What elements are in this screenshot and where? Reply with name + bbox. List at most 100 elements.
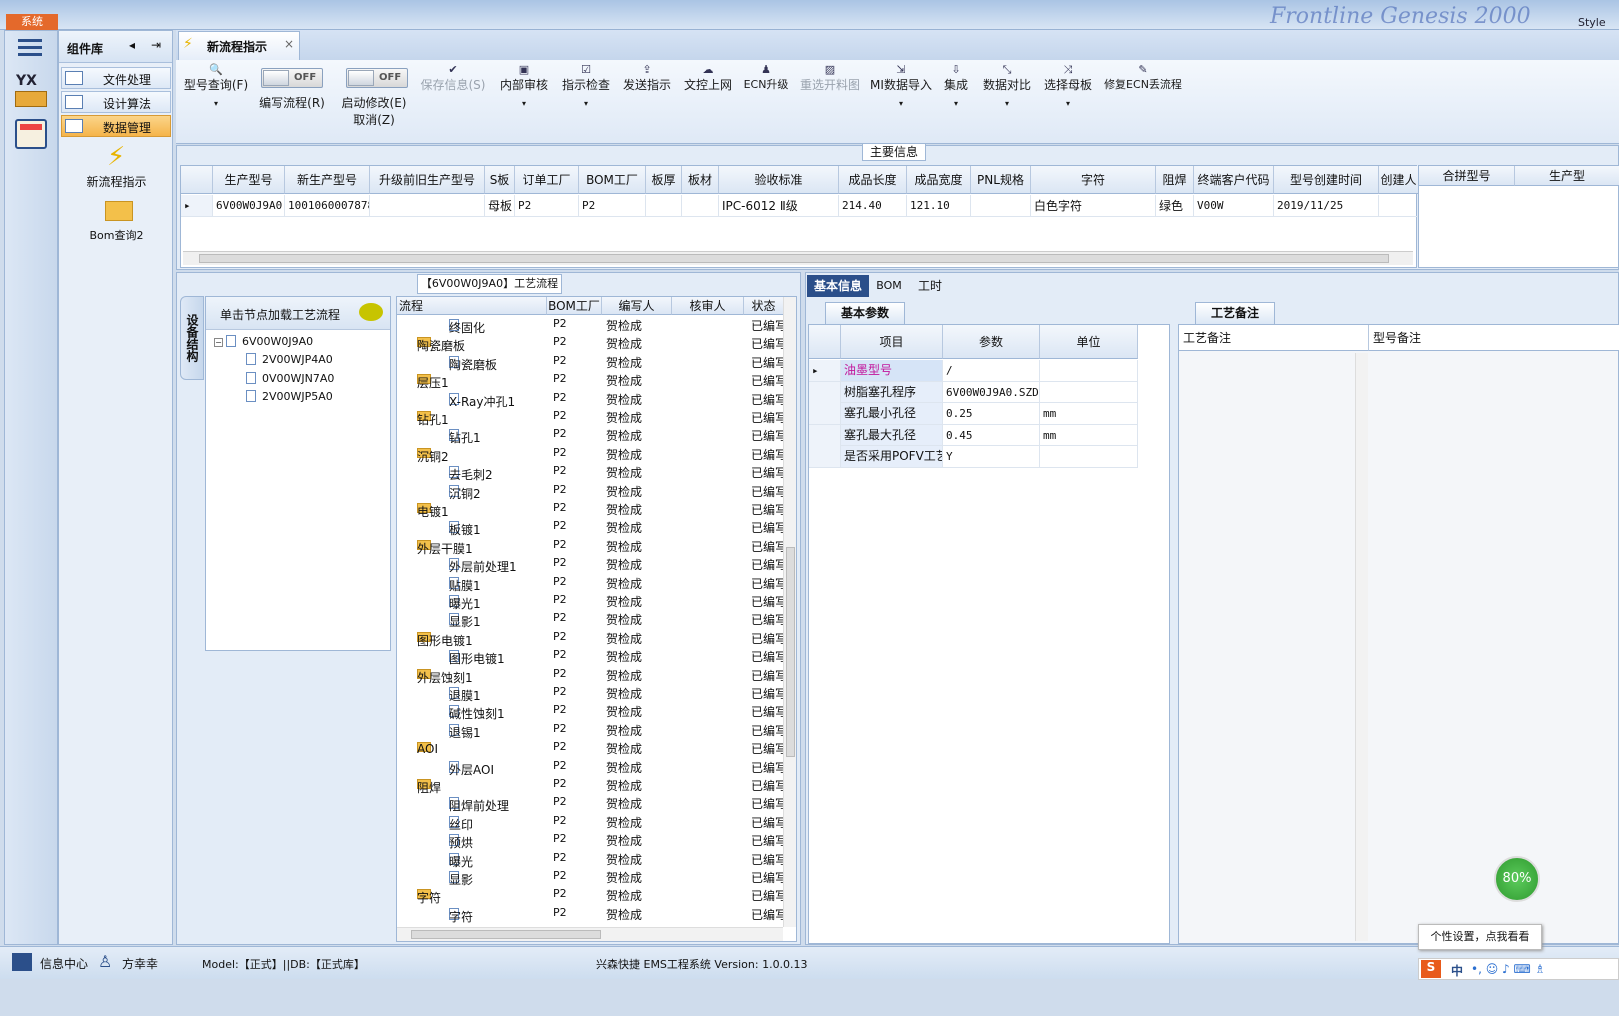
- column-header[interactable]: 项目: [841, 325, 943, 359]
- library-item-algorithm[interactable]: 设计算法: [61, 91, 171, 113]
- flow-row[interactable]: −沉铜2P2贺检成已编写: [397, 444, 787, 464]
- grid-cell[interactable]: [971, 195, 1031, 217]
- flow-row[interactable]: 沉铜2 P2 贺检成 已编写: [397, 481, 787, 501]
- ime-mode[interactable]: 中: [1451, 962, 1463, 979]
- tab-new-flow[interactable]: ⚡ 新流程指示 ×: [178, 31, 300, 60]
- column-header[interactable]: 生产型号: [213, 166, 285, 194]
- grid-cell[interactable]: [646, 195, 682, 217]
- row-indicator[interactable]: [809, 424, 841, 447]
- pin-icon[interactable]: ⇥: [151, 38, 161, 52]
- param-unit[interactable]: mm: [1040, 424, 1138, 446]
- flow-row[interactable]: 显影1 P2 贺检成 已编写: [397, 609, 787, 629]
- flow-row[interactable]: 去毛刺2 P2 贺检成 已编写: [397, 462, 787, 482]
- tab-hours[interactable]: 工时: [910, 275, 950, 297]
- personalize-tooltip[interactable]: 个性设置，点我看看: [1418, 924, 1542, 950]
- vertical-scrollbar[interactable]: [1355, 353, 1368, 941]
- column-header[interactable]: 工艺备注: [1179, 325, 1369, 351]
- edit-flow-toggle[interactable]: OFF: [261, 68, 323, 88]
- flow-row[interactable]: 陶瓷磨板 P2 贺检成 已编写: [397, 352, 787, 372]
- flow-row[interactable]: −电镀1P2贺检成已编写: [397, 499, 787, 519]
- windows-icon[interactable]: [12, 953, 32, 971]
- flow-row[interactable]: 退锡1 P2 贺检成 已编写: [397, 720, 787, 740]
- part-query-button[interactable]: 🔍 型号查询(F) ▾: [182, 64, 250, 109]
- column-header[interactable]: 单位: [1040, 325, 1138, 359]
- param-item[interactable]: 塞孔最小孔径: [841, 403, 943, 425]
- column-header[interactable]: 型号备注: [1369, 325, 1619, 351]
- save-info-button[interactable]: ✔ 保存信息(S): [418, 64, 488, 93]
- param-unit[interactable]: [1040, 446, 1138, 468]
- row-indicator[interactable]: [809, 403, 841, 425]
- param-value[interactable]: Y: [943, 446, 1040, 468]
- column-header[interactable]: 板材: [682, 166, 719, 194]
- column-header[interactable]: PNL规格: [971, 166, 1031, 194]
- tree-node[interactable]: 2V00WJP5A0: [246, 390, 333, 403]
- internal-review-button[interactable]: ▣ 内部审核 ▾: [496, 64, 552, 109]
- grid-cell[interactable]: IPC-6012 Ⅱ级: [719, 195, 839, 217]
- flow-row[interactable]: 显影 P2 贺检成 已编写: [397, 867, 787, 887]
- cancel-button[interactable]: 取消(Z): [338, 111, 410, 128]
- system-button[interactable]: 系统: [6, 14, 58, 30]
- column-header[interactable]: 型号创建时间: [1274, 166, 1379, 194]
- grid-cell[interactable]: [682, 195, 719, 217]
- param-unit[interactable]: [1040, 360, 1138, 382]
- row-indicator[interactable]: [809, 381, 841, 404]
- flow-row[interactable]: −外层蚀刻1P2贺检成已编写: [397, 665, 787, 685]
- column-header[interactable]: 核审人: [672, 297, 744, 315]
- flow-row[interactable]: 终固化 P2 贺检成 已编写: [397, 315, 787, 335]
- flow-row[interactable]: −层压1P2贺检成已编写: [397, 370, 787, 390]
- shortcut-new-flow[interactable]: ⚡ 新流程指示: [69, 143, 164, 191]
- column-header[interactable]: BOM工厂: [547, 297, 602, 315]
- column-header[interactable]: 生产型: [1515, 166, 1619, 186]
- param-unit[interactable]: mm: [1040, 403, 1138, 425]
- grid-cell[interactable]: V00W: [1194, 195, 1274, 217]
- grid-cell[interactable]: 母板: [485, 195, 515, 217]
- flow-row[interactable]: −字符P2贺检成已编写: [397, 885, 787, 905]
- ime-toolbar[interactable]: S 中 •, ☺ ♪ ⌨ ♗: [1418, 958, 1619, 980]
- flow-row[interactable]: X-Ray冲孔1 P2 贺检成 已编写: [397, 389, 787, 409]
- row-indicator[interactable]: ▸: [181, 195, 213, 217]
- comment-icon[interactable]: [359, 303, 383, 321]
- column-header[interactable]: 验收标准: [719, 166, 839, 194]
- tab-basic-info[interactable]: 基本信息: [807, 275, 869, 297]
- basic-params-tab[interactable]: 基本参数: [825, 302, 905, 324]
- grid-cell[interactable]: 白色字符: [1031, 195, 1156, 217]
- grid-cell[interactable]: 214.40: [839, 195, 907, 217]
- row-indicator[interactable]: [809, 446, 841, 468]
- flow-row[interactable]: 图形电镀1 P2 贺检成 已编写: [397, 646, 787, 666]
- factory-icon[interactable]: YX: [13, 73, 49, 109]
- flow-row[interactable]: 贴膜1 P2 贺检成 已编写: [397, 573, 787, 593]
- tab-bom[interactable]: BOM: [872, 275, 906, 297]
- flow-row[interactable]: 退膜1 P2 贺检成 已编写: [397, 683, 787, 703]
- integrate-button[interactable]: ⇩ 集成 ▾: [940, 64, 972, 109]
- column-header[interactable]: 成品长度: [839, 166, 907, 194]
- repair-ecn-button[interactable]: ✎ 修复ECN丢流程: [1101, 64, 1185, 92]
- tree-root[interactable]: −6V00W0J9A0: [214, 335, 313, 348]
- column-header[interactable]: 状态: [744, 297, 784, 315]
- flow-row[interactable]: 碱性蚀刻1 P2 贺检成 已编写: [397, 701, 787, 721]
- flow-row[interactable]: −陶瓷磨板P2贺检成已编写: [397, 333, 787, 353]
- library-item-file[interactable]: 文件处理: [61, 67, 171, 89]
- flow-row[interactable]: 字符 P2 贺检成 已编写: [397, 904, 787, 924]
- style-label[interactable]: Style: [1578, 16, 1606, 29]
- param-value[interactable]: 0.45: [943, 424, 1040, 446]
- param-value[interactable]: /: [943, 360, 1040, 382]
- side-tab-equipment[interactable]: 设备结构: [180, 296, 204, 380]
- flow-row[interactable]: −阻焊P2贺检成已编写: [397, 775, 787, 795]
- start-modify-toggle[interactable]: OFF: [346, 68, 408, 88]
- info-center-link[interactable]: 信息中心: [40, 955, 88, 972]
- param-value[interactable]: 6V00W0J9A0.SZDRL: [943, 381, 1040, 403]
- flow-row[interactable]: 预烘 P2 贺检成 已编写: [397, 830, 787, 850]
- grid-cell[interactable]: [1379, 195, 1419, 217]
- tab-close-icon[interactable]: ×: [284, 37, 294, 51]
- param-unit[interactable]: [1040, 381, 1138, 403]
- flow-row[interactable]: 外层AOI P2 贺检成 已编写: [397, 757, 787, 777]
- grid-cell[interactable]: P2: [579, 195, 646, 217]
- shortcut-bom-query[interactable]: Bom查询2: [69, 197, 164, 243]
- flow-row[interactable]: −钻孔1P2贺检成已编写: [397, 407, 787, 427]
- column-header[interactable]: 参数: [943, 325, 1040, 359]
- param-item[interactable]: 是否采用POFV工艺: [841, 446, 943, 468]
- calculator-icon[interactable]: [15, 119, 47, 149]
- grid-cell[interactable]: 6V00W0J9A0: [213, 195, 285, 217]
- doc-upload-button[interactable]: ☁ 文控上网: [680, 64, 736, 93]
- column-header[interactable]: 终端客户代码: [1194, 166, 1274, 194]
